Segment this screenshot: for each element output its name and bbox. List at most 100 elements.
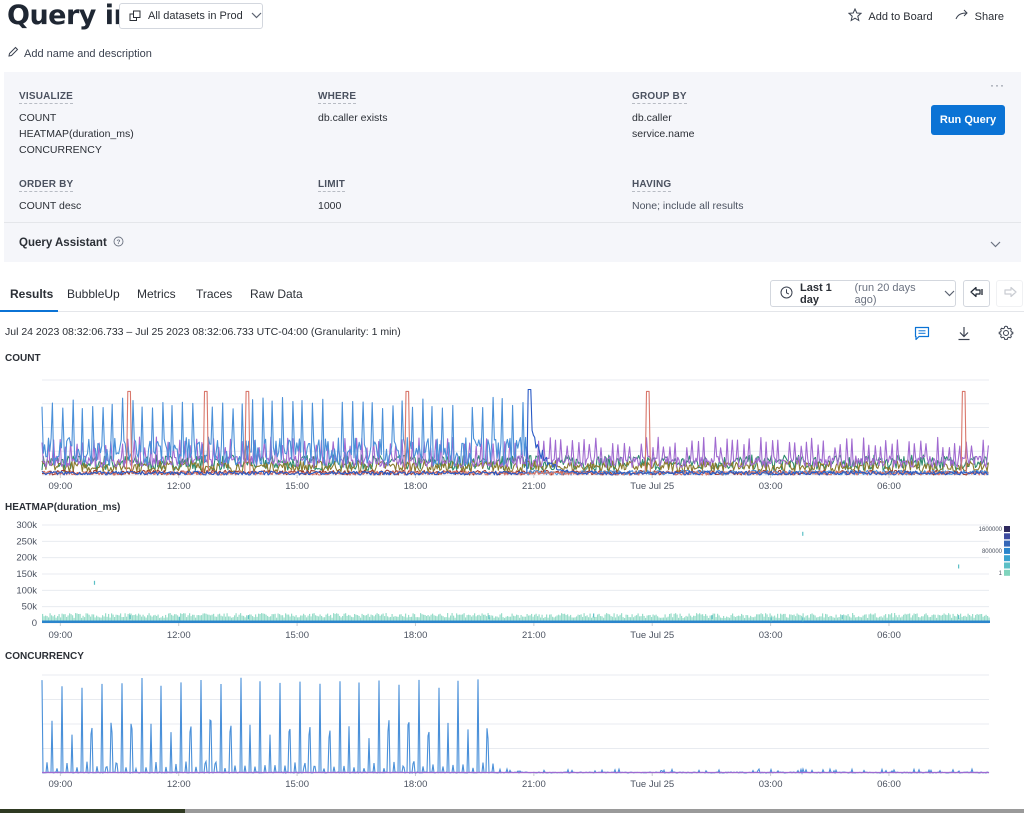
query-assistant-bar[interactable]: Query Assistant ? <box>4 222 1021 262</box>
tab-bubbleup[interactable]: BubbleUp <box>67 287 120 301</box>
heatmap-cell <box>638 613 639 621</box>
tab-traces[interactable]: Traces <box>196 287 232 301</box>
heatmap-cell <box>954 616 955 621</box>
heatmap-cell <box>189 613 190 621</box>
heatmap-cell <box>608 621 610 624</box>
heatmap-cell <box>104 621 106 624</box>
heatmap-cell <box>900 621 902 624</box>
heatmap-cell <box>366 621 368 624</box>
tab-results[interactable]: Results <box>10 287 53 301</box>
heatmap-cell <box>147 615 148 621</box>
heatmap-cell <box>623 617 624 621</box>
heatmap-legend-swatch <box>1004 570 1010 576</box>
limit-clause[interactable]: LIMIT 1000 <box>318 176 345 214</box>
heatmap-cell <box>699 613 700 621</box>
previous-time-range-button[interactable] <box>963 280 990 307</box>
heatmap-cell <box>737 621 739 624</box>
heatmap-cell <box>857 617 858 621</box>
query-time-range-text: Jul 24 2023 08:32:06.733 – Jul 25 2023 0… <box>5 326 401 338</box>
download-icon[interactable] <box>955 324 973 342</box>
visualize-clause[interactable]: VISUALIZE COUNT HEATMAP(duration_ms) CON… <box>19 88 134 158</box>
heatmap-cell <box>743 621 745 624</box>
heatmap-cell <box>492 621 494 624</box>
add-to-board-button[interactable]: Add to Board <box>848 8 932 25</box>
having-clause[interactable]: HAVING None; include all results <box>632 176 743 214</box>
heatmap-cell <box>365 616 366 621</box>
heatmap-cell <box>237 617 238 621</box>
heatmap-cell <box>86 613 87 621</box>
heatmap-cell <box>192 615 193 621</box>
heatmap-cell <box>878 618 879 621</box>
heatmap-cell <box>143 621 145 624</box>
share-button[interactable]: Share <box>955 9 1004 24</box>
heatmap-cell <box>419 621 421 624</box>
heatmap-cell <box>659 618 660 621</box>
help-circle-icon[interactable]: ? <box>113 236 124 250</box>
heatmap-cell <box>210 615 211 621</box>
heatmap-cell <box>107 617 108 621</box>
heatmap-cell <box>603 621 605 624</box>
heatmap-cell <box>42 621 44 624</box>
where-clause[interactable]: WHERE db.caller exists <box>318 88 387 126</box>
heatmap-cell <box>546 621 548 624</box>
heatmap-cell <box>309 621 311 624</box>
tab-raw-data[interactable]: Raw Data <box>250 287 303 301</box>
heatmap-cell <box>110 621 112 624</box>
active-tab-indicator <box>0 310 58 312</box>
heatmap-cell <box>549 615 550 621</box>
heatmap-chart[interactable]: 050k100k150k200k250k300k09:0012:0015:001… <box>0 515 1024 645</box>
heatmap-cell <box>393 617 394 621</box>
heatmap-cell <box>582 617 583 621</box>
heatmap-cell <box>497 617 498 621</box>
heatmap-cell <box>710 621 712 624</box>
time-range-select[interactable]: Last 1 day (run 20 days ago) <box>770 280 956 307</box>
heatmap-cell <box>510 621 512 624</box>
order-by-clause[interactable]: ORDER BY COUNT desc <box>19 176 81 214</box>
chevron-down-icon <box>944 288 955 300</box>
annotation-comment-icon[interactable] <box>913 324 931 342</box>
add-name-description-link[interactable]: Add name and description <box>7 46 152 61</box>
group-by-clause[interactable]: GROUP BY db.caller service.name <box>632 88 694 142</box>
heatmap-cell <box>210 621 212 624</box>
heatmap-cell <box>111 613 112 621</box>
heatmap-cell <box>965 621 967 624</box>
chevron-down-icon[interactable] <box>990 237 1001 251</box>
heatmap-cell <box>773 621 775 624</box>
dataset-select[interactable]: All datasets in Prod <box>119 3 263 29</box>
heatmap-cell <box>369 621 371 624</box>
more-options-button[interactable]: ··· <box>990 78 1005 92</box>
heatmap-cell <box>455 621 457 624</box>
heatmap-cell <box>779 621 781 624</box>
heatmap-cell <box>524 617 525 621</box>
heatmap-cell <box>881 621 883 624</box>
heatmap-cell <box>269 621 271 624</box>
heatmap-cell <box>221 616 222 621</box>
next-time-range-button[interactable] <box>996 280 1023 307</box>
heatmap-cell <box>648 615 649 621</box>
heatmap-cell <box>69 621 71 624</box>
heatmap-cell <box>695 616 696 621</box>
concurrency-chart[interactable]: 09:0012:0015:0018:0021:00Tue Jul 2503:00… <box>0 665 1024 795</box>
heatmap-cell <box>390 621 392 624</box>
heatmap-cell <box>935 615 936 621</box>
heatmap-cell <box>386 621 388 624</box>
x-tick-label: 12:00 <box>167 779 191 790</box>
gear-icon[interactable] <box>997 324 1015 342</box>
heatmap-cell <box>122 617 123 621</box>
heatmap-cell <box>747 615 748 621</box>
heatmap-cell <box>479 621 481 624</box>
count-chart[interactable]: 09:0012:0015:0018:0021:00Tue Jul 2503:00… <box>0 370 1024 500</box>
heatmap-cell <box>716 621 718 624</box>
heatmap-cell <box>452 621 454 624</box>
heatmap-cell <box>600 621 602 624</box>
tab-metrics[interactable]: Metrics <box>137 287 176 301</box>
heatmap-cell <box>845 615 846 621</box>
heatmap-cell <box>629 621 631 624</box>
heatmap-cell <box>933 614 934 621</box>
heatmap-outlier-cell <box>711 615 712 619</box>
run-query-button[interactable]: Run Query <box>931 105 1005 135</box>
heatmap-cell <box>186 617 187 621</box>
heatmap-legend-swatch <box>1004 526 1010 532</box>
heatmap-cell <box>209 615 210 621</box>
heatmap-cell <box>359 621 361 624</box>
